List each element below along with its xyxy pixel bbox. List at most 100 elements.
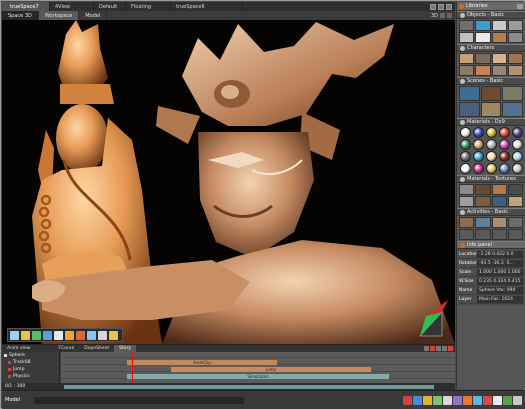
library-thumb[interactable] — [459, 184, 475, 195]
3d-viewport[interactable] — [2, 20, 455, 344]
library-thumb[interactable] — [507, 184, 523, 195]
cube-icon[interactable] — [503, 395, 512, 405]
view-mode-label[interactable]: 3D — [431, 13, 438, 19]
material-swatch[interactable] — [485, 151, 497, 162]
library-thumb[interactable] — [475, 229, 491, 240]
info-value[interactable]: 0.235 0.324 0.415 — [477, 277, 523, 285]
library-thumb[interactable] — [459, 217, 475, 228]
track-item[interactable]: Jump — [2, 366, 59, 373]
library-thumb[interactable] — [475, 32, 491, 43]
clip-jump[interactable]: Jump — [171, 367, 371, 372]
library-thumb[interactable] — [475, 20, 491, 31]
library-thumb[interactable] — [507, 20, 523, 31]
tab-story[interactable]: Story — [114, 345, 136, 352]
rewind-icon[interactable] — [424, 346, 429, 351]
anim-icon[interactable] — [87, 330, 96, 340]
library-thumb[interactable] — [459, 65, 475, 76]
library-thumb[interactable] — [459, 196, 475, 207]
material-swatch[interactable] — [472, 151, 484, 162]
render-icon[interactable] — [54, 330, 63, 340]
library-thumb[interactable] — [491, 53, 507, 64]
material-swatch[interactable] — [485, 127, 497, 138]
object-icon[interactable] — [453, 395, 462, 405]
record-icon[interactable] — [448, 346, 453, 351]
tab-floating[interactable]: Floating — [126, 2, 171, 11]
tab-space-3d[interactable]: Space 3D — [2, 11, 39, 20]
play-icon[interactable] — [430, 346, 435, 351]
section-activities[interactable]: Activities - Basic — [457, 208, 525, 216]
library-thumb[interactable] — [491, 184, 507, 195]
snap-icon[interactable] — [433, 395, 442, 405]
tab-default[interactable]: Default — [94, 2, 126, 11]
undo-icon[interactable] — [403, 395, 412, 405]
library-thumb[interactable] — [459, 86, 480, 101]
library-thumb[interactable] — [459, 53, 475, 64]
material-swatch[interactable] — [511, 127, 523, 138]
library-thumb[interactable] — [480, 86, 502, 101]
section-characters[interactable]: Characters — [457, 44, 525, 52]
info-value[interactable]: Main Fac: 1024 — [477, 295, 523, 303]
info-panel-header[interactable]: Info panel — [457, 241, 525, 249]
library-thumb[interactable] — [475, 65, 491, 76]
library-thumb[interactable] — [507, 196, 523, 207]
paint-icon[interactable] — [109, 330, 118, 340]
tab-model[interactable]: Model — [79, 11, 108, 20]
material-swatch[interactable] — [459, 127, 471, 138]
material-swatch[interactable] — [472, 139, 484, 150]
library-thumb[interactable] — [507, 32, 523, 43]
select-icon[interactable] — [10, 330, 19, 340]
track-item[interactable]: Track08 — [2, 359, 59, 366]
info-value[interactable]: Sphere Vtx: 994 — [477, 286, 523, 294]
material-swatch[interactable] — [472, 127, 484, 138]
tab-truespace7[interactable]: trueSpace7 — [2, 2, 50, 11]
playhead[interactable] — [132, 352, 133, 383]
section-scenes[interactable]: Scenes - Basic — [457, 77, 525, 85]
tab-workspace[interactable]: Workspace — [38, 11, 80, 20]
library-thumb[interactable] — [459, 229, 475, 240]
tab-4view[interactable]: 4View — [50, 2, 94, 11]
material-swatch[interactable] — [459, 139, 471, 150]
material-swatch[interactable] — [472, 163, 484, 174]
clip-simulation[interactable]: Simulation — [127, 374, 389, 379]
tab-fcurve[interactable]: FCurve — [53, 345, 79, 352]
library-thumb[interactable] — [491, 20, 507, 31]
close-icon[interactable] — [446, 3, 452, 10]
library-thumb[interactable] — [491, 229, 507, 240]
library-thumb[interactable] — [459, 102, 480, 117]
close-icon[interactable] — [517, 3, 523, 9]
material-swatch[interactable] — [498, 139, 510, 150]
timeline-scrubber[interactable] — [64, 384, 434, 389]
library-thumb[interactable] — [475, 53, 491, 64]
render-icon[interactable] — [483, 395, 492, 405]
close-icon[interactable] — [447, 13, 452, 18]
track-item[interactable]: Physics — [2, 373, 59, 380]
library-thumb[interactable] — [475, 217, 491, 228]
library-thumb[interactable] — [459, 20, 475, 31]
track-lanes[interactable]: AnimClip Jump Simulation — [61, 352, 455, 383]
material-swatch[interactable] — [485, 139, 497, 150]
section-materials[interactable]: Materials - Dx9 — [457, 118, 525, 126]
library-thumb[interactable] — [459, 32, 475, 43]
sphere-icon[interactable] — [493, 395, 502, 405]
material-swatch[interactable] — [459, 163, 471, 174]
maximize-icon[interactable] — [438, 3, 444, 10]
material-swatch[interactable] — [498, 151, 510, 162]
library-thumb[interactable] — [502, 86, 523, 101]
grid-icon[interactable] — [423, 395, 432, 405]
forward-icon[interactable] — [442, 346, 447, 351]
info-value[interactable]: -93.5 -36.3 -5... — [477, 259, 523, 267]
material-swatch[interactable] — [511, 163, 523, 174]
material-swatch[interactable] — [498, 127, 510, 138]
clip-animclip[interactable]: AnimClip — [127, 360, 277, 365]
library-thumb[interactable] — [491, 196, 507, 207]
help-icon[interactable] — [513, 395, 522, 405]
physics-icon[interactable] — [98, 330, 107, 340]
material-swatch[interactable] — [511, 139, 523, 150]
frame-counter[interactable]: 0/1 : 300 — [2, 384, 60, 389]
tab-truespace6[interactable]: trueSpace6 — [171, 2, 243, 11]
library-thumb[interactable] — [491, 217, 507, 228]
track-item[interactable]: Sphere — [2, 352, 59, 359]
library-thumb[interactable] — [491, 32, 507, 43]
material-swatch[interactable] — [511, 151, 523, 162]
library-thumb[interactable] — [507, 217, 523, 228]
